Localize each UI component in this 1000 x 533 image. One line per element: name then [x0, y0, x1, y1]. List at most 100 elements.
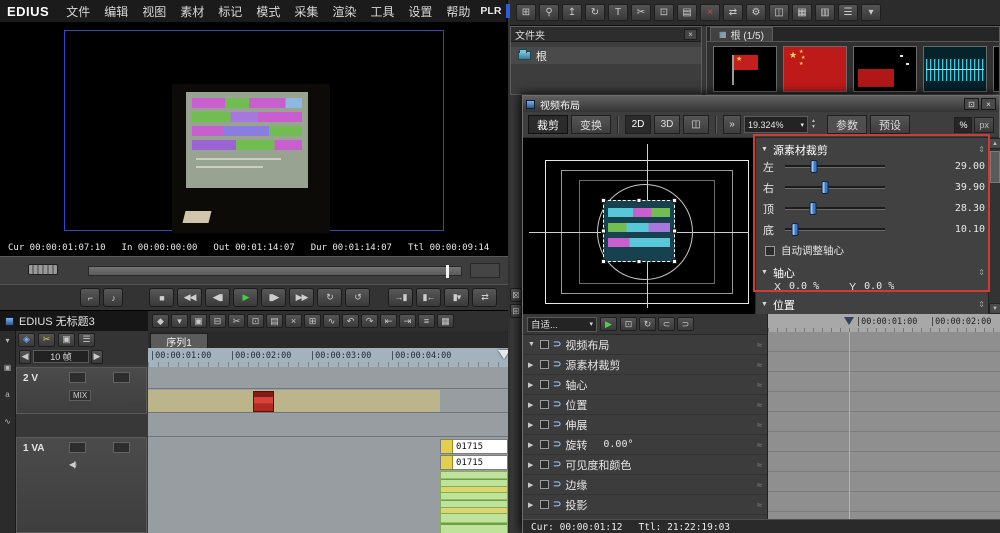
audio-lane-icon[interactable]: a: [5, 390, 9, 399]
video-lane-icon[interactable]: ▣: [4, 363, 12, 372]
track-video-toggle[interactable]: [69, 442, 86, 453]
jog-icon[interactable]: ⌐: [80, 288, 100, 307]
tree-row[interactable]: ▶ ⊃ 轴心 ≈: [523, 375, 767, 395]
tree-row[interactable]: ▼ ⊃ 视频布局 ≈: [523, 335, 767, 355]
tree-row[interactable]: ▶ ⊃ 边缘 ≈: [523, 475, 767, 495]
expander-icon[interactable]: ▶: [528, 381, 536, 389]
fast-forward-button[interactable]: ▶▶: [289, 288, 314, 307]
expand-panel-icon[interactable]: ⊞: [510, 304, 522, 318]
chevron-down-icon[interactable]: ▼: [761, 269, 768, 276]
play-button[interactable]: ▶: [600, 317, 617, 331]
trim-out-icon[interactable]: ⇥: [399, 314, 416, 328]
menu-item[interactable]: 渲染: [329, 2, 359, 21]
reset-icon[interactable]: ↻: [639, 317, 656, 331]
enable-checkbox[interactable]: [540, 340, 549, 349]
plr-button[interactable]: PLR: [477, 4, 504, 18]
slider-value[interactable]: 28.30: [891, 203, 985, 214]
enable-checkbox[interactable]: [540, 360, 549, 369]
dialog-titlebar[interactable]: 视频布局 ⊡ ×: [523, 96, 999, 112]
add-clip-icon[interactable]: ⊞: [304, 314, 321, 328]
keyframe-area[interactable]: [767, 332, 1000, 519]
trim-mode-icon[interactable]: ✂: [38, 333, 55, 347]
playhead-icon[interactable]: [844, 317, 854, 330]
keyframe-toggle-icon[interactable]: ≈: [757, 420, 762, 430]
timeline-ruler[interactable]: |00:00:01:00|00:00:02:00|00:00:03:00|00:…: [148, 348, 508, 367]
position-track[interactable]: [88, 266, 462, 276]
play-button[interactable]: ▶: [233, 288, 258, 307]
undo-icon[interactable]: ↶: [342, 314, 359, 328]
timeline-clip[interactable]: 01715: [440, 439, 508, 454]
razor-icon[interactable]: ✂: [228, 314, 245, 328]
menu-item[interactable]: 编辑: [101, 2, 131, 21]
crop-handle[interactable]: [672, 198, 677, 203]
chevron-down-icon[interactable]: ▼: [761, 146, 768, 153]
goto-out-button[interactable]: ▮←: [416, 288, 441, 307]
tree-row[interactable]: ▶ ⊃ 可见度和颜色 ≈: [523, 455, 767, 475]
expander-icon[interactable]: ▶: [528, 501, 536, 509]
mixer-lane-icon[interactable]: ∿: [4, 417, 11, 426]
collapse-all-icon[interactable]: ▾: [5, 336, 9, 345]
bin-clip-thumbnail[interactable]: [993, 46, 999, 92]
red-clip[interactable]: [253, 391, 274, 412]
mode-3d-button[interactable]: 3D: [654, 115, 680, 134]
speaker-icon[interactable]: ◀): [69, 460, 76, 469]
expander-icon[interactable]: ▶: [528, 421, 536, 429]
sequence-settings-icon[interactable]: ≡: [418, 314, 435, 328]
detail-view-icon[interactable]: ▥: [815, 4, 835, 21]
history-icon[interactable]: »: [723, 115, 741, 134]
audio-waveform-clip[interactable]: [440, 471, 508, 487]
tree-row[interactable]: ▶ ⊃ 投影 ≈: [523, 495, 767, 515]
menu-item[interactable]: 设置: [405, 2, 435, 21]
tree-row-value[interactable]: 0.00°: [603, 439, 633, 450]
expander-icon[interactable]: ▼: [528, 341, 536, 348]
play-around-cursor-button[interactable]: ↻: [317, 288, 342, 307]
slider-value[interactable]: 10.10: [891, 224, 985, 235]
close-icon[interactable]: ×: [684, 29, 697, 40]
scrollbar-thumb[interactable]: [990, 151, 1000, 183]
folder-item-root[interactable]: 根: [511, 47, 701, 64]
reset-icon[interactable]: ⊃: [553, 479, 561, 490]
enable-checkbox[interactable]: [540, 480, 549, 489]
keyframe-toggle-icon[interactable]: ≈: [757, 380, 762, 390]
shuttle-icon[interactable]: ♪: [103, 288, 123, 307]
copy-icon[interactable]: ⊡: [654, 4, 674, 21]
bin-clip-thumbnail[interactable]: ★ ★ ★ ★: [783, 46, 847, 92]
keyframe-toggle-icon[interactable]: ≈: [757, 400, 762, 410]
slider-value[interactable]: 39.90: [891, 182, 985, 193]
view-menu-icon[interactable]: ▾: [861, 4, 881, 21]
dual-view-icon[interactable]: ◫: [769, 4, 789, 21]
auto-adjust-checkbox[interactable]: [765, 246, 775, 256]
scroll-down-icon[interactable]: ▼: [989, 303, 1000, 314]
anchor-x-value[interactable]: 0.0 %: [789, 281, 819, 292]
section-source-crop[interactable]: ▼ 源素材裁剪 ⇕: [761, 142, 985, 157]
add-cut-point-button[interactable]: ▮▾: [444, 288, 469, 307]
reset-icon[interactable]: ⊃: [553, 419, 561, 430]
tab-parameters[interactable]: 参数: [827, 115, 867, 134]
slider-track[interactable]: [785, 228, 885, 231]
interpolation-dropdown[interactable]: 自适... ▾: [527, 317, 597, 332]
reset-icon[interactable]: ⊃: [553, 379, 561, 390]
spin-down-icon[interactable]: ▼: [811, 125, 816, 131]
track-row-empty[interactable]: [148, 367, 508, 389]
stop-button[interactable]: ■: [149, 288, 174, 307]
track-header-2v[interactable]: 2 V MIX: [16, 367, 147, 414]
copy-icon[interactable]: ⊡: [247, 314, 264, 328]
prev-keyframe-icon[interactable]: ⊂: [658, 317, 675, 331]
menu-item[interactable]: 采集: [291, 2, 321, 21]
zoom-spinner[interactable]: ▲ ▼: [811, 119, 816, 130]
insert-mode-icon[interactable]: ▣: [190, 314, 207, 328]
cropped-video-thumb[interactable]: [603, 200, 675, 262]
loop-button[interactable]: ↺: [345, 288, 370, 307]
shuttle-handle[interactable]: [28, 264, 58, 275]
expander-icon[interactable]: ▶: [528, 361, 536, 369]
add-title-icon[interactable]: T: [608, 4, 628, 21]
slider-value[interactable]: 29.00: [891, 161, 985, 172]
expander-icon[interactable]: ▶: [528, 461, 536, 469]
mode-icon[interactable]: ◆: [152, 314, 169, 328]
track-row-1va[interactable]: 01715 01715: [148, 438, 508, 533]
tree-row[interactable]: ▶ ⊃ 旋转 0.00° ≈: [523, 435, 767, 455]
search-icon[interactable]: ⚲: [539, 4, 559, 21]
export-button[interactable]: ⇄: [472, 288, 497, 307]
anchor-y-value[interactable]: 0.0 %: [864, 281, 894, 292]
menu-item[interactable]: 标记: [215, 2, 245, 21]
